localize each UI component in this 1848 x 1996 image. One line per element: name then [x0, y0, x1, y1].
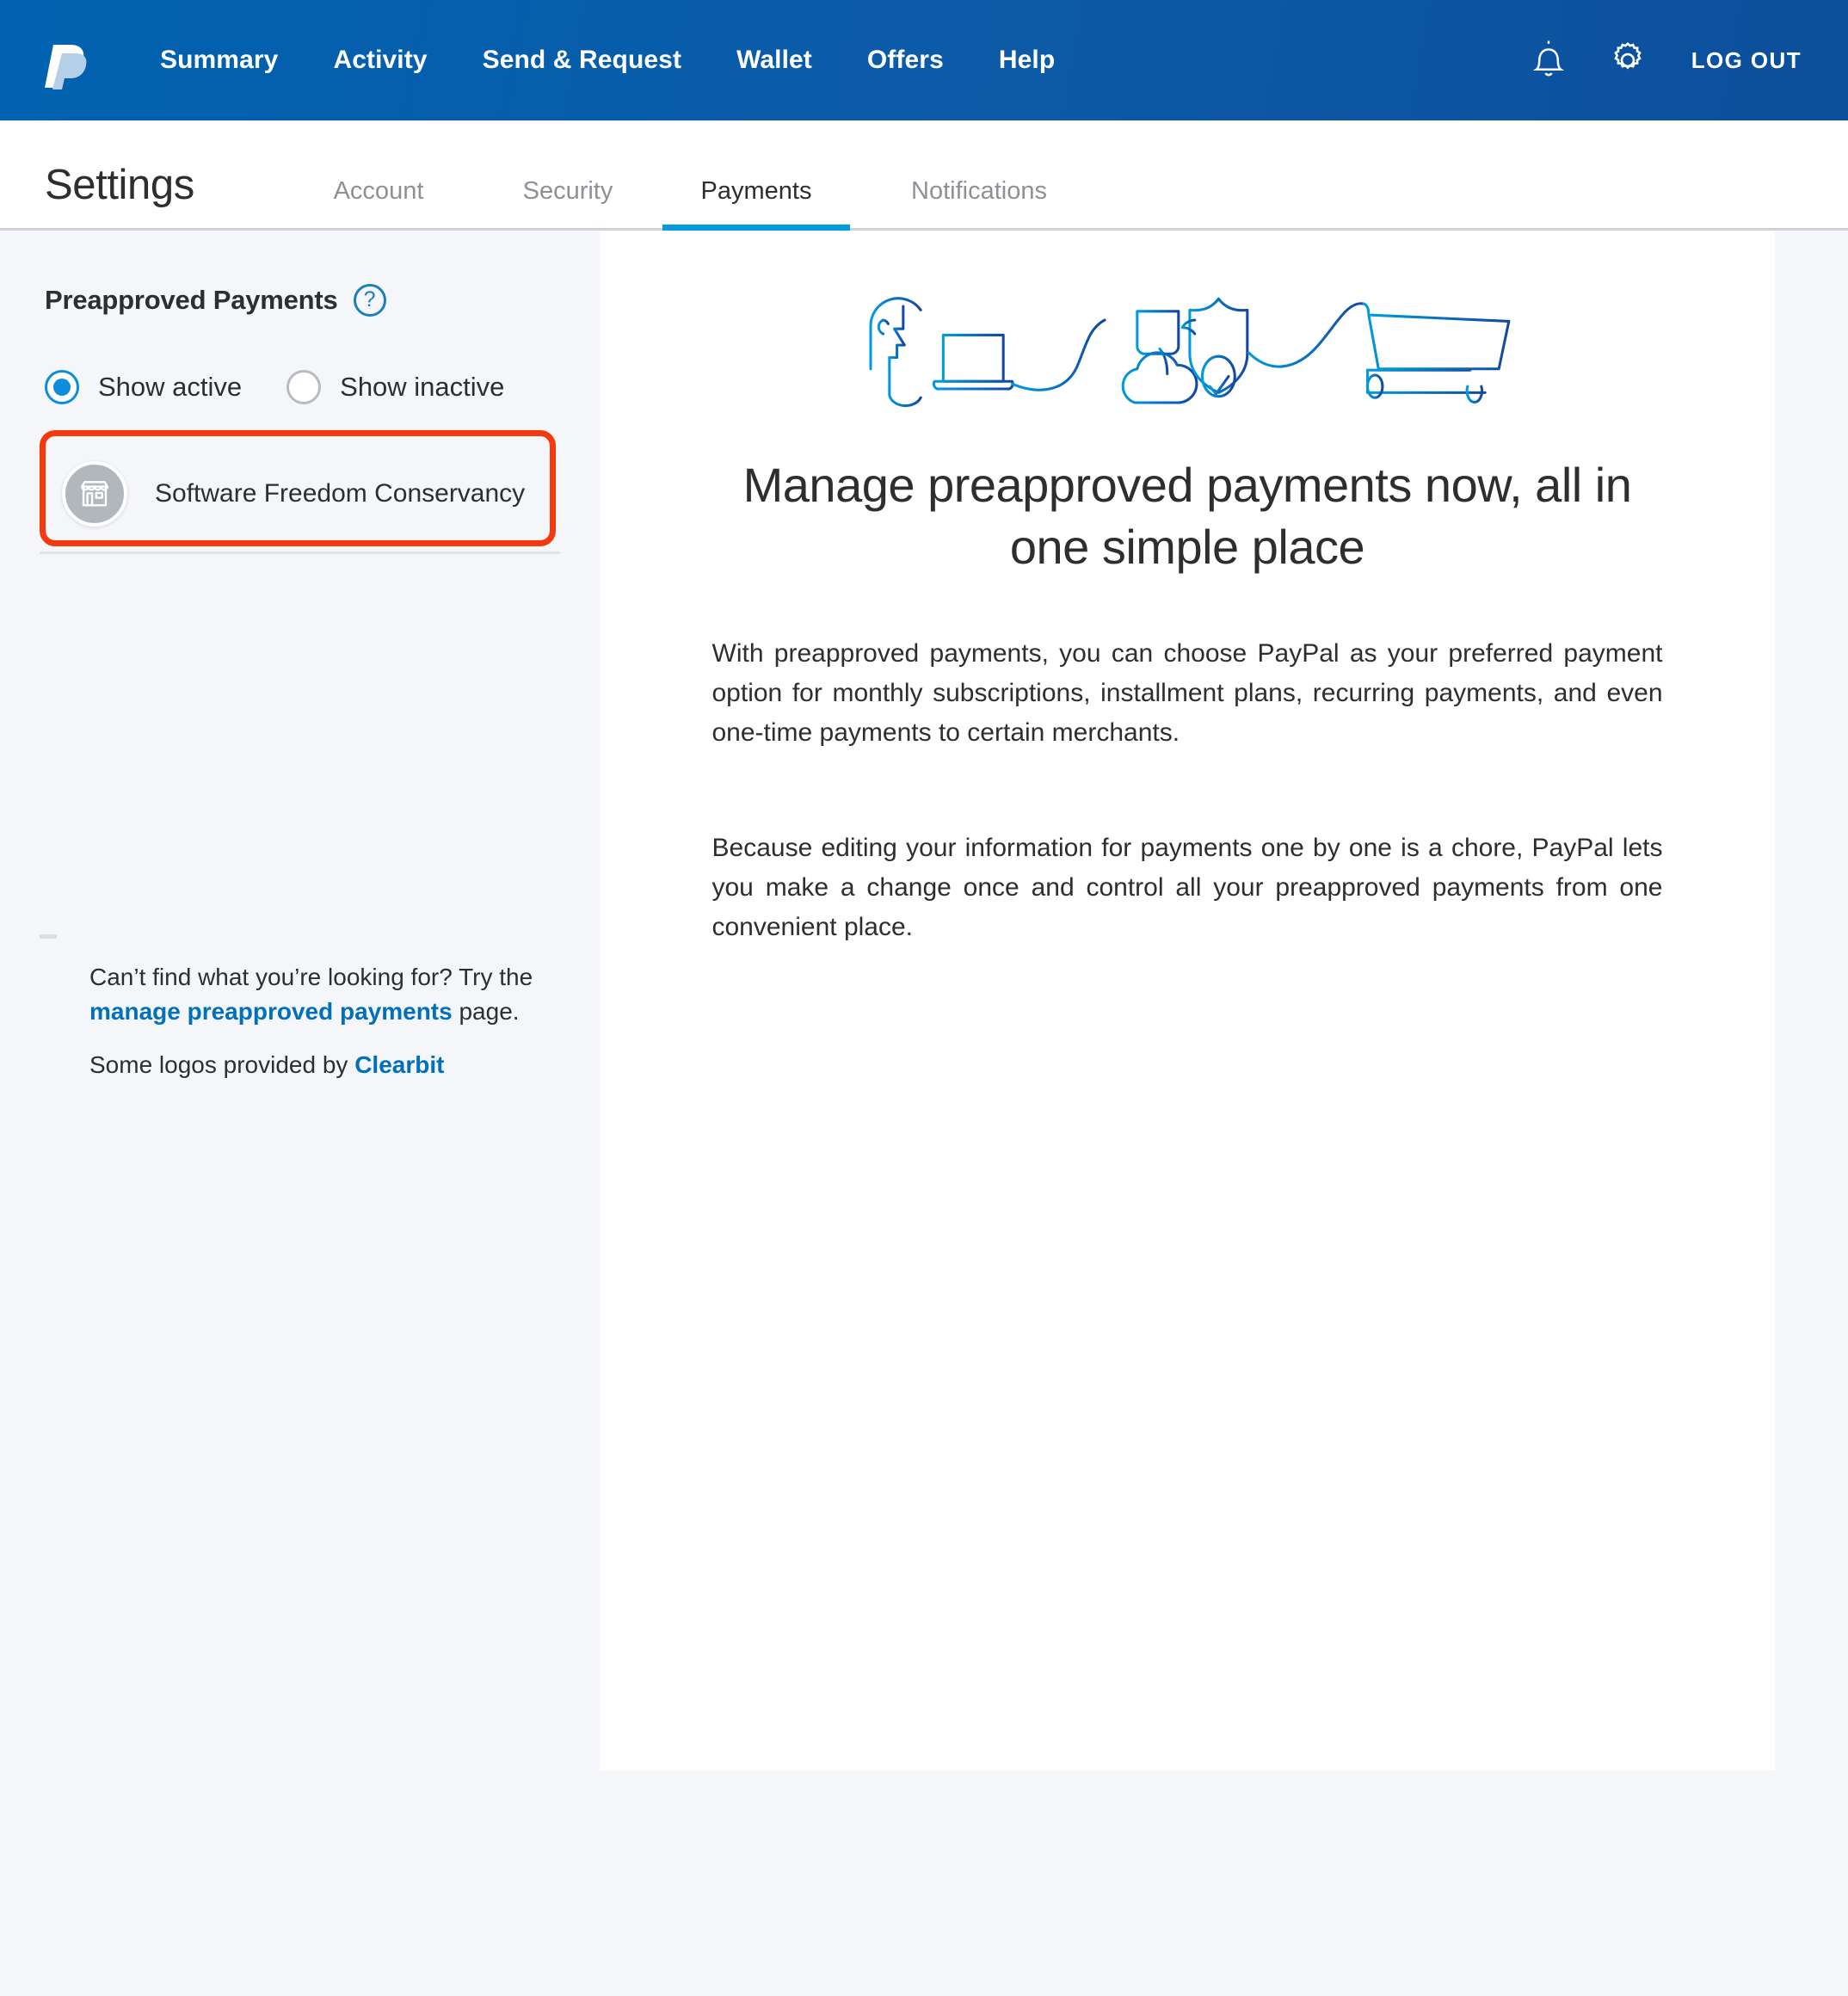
- footer-help-text-after: page.: [452, 997, 520, 1025]
- nav-item-wallet[interactable]: Wallet: [709, 46, 840, 75]
- nav-item-summary[interactable]: Summary: [132, 46, 305, 75]
- tab-payments[interactable]: Payments: [662, 177, 850, 231]
- sidebar-footer: Can’t find what you’re looking for? Try …: [89, 960, 554, 1100]
- top-navigation-bar: Summary Activity Send & Request Wallet O…: [0, 0, 1848, 120]
- avatar: [62, 460, 127, 527]
- sidebar-heading: Preapproved Payments: [45, 285, 338, 315]
- tab-notifications[interactable]: Notifications: [850, 177, 1108, 228]
- settings-gear-button[interactable]: [1588, 21, 1667, 100]
- sidebar: Preapproved Payments ? Show active Show …: [0, 231, 600, 1993]
- notifications-button[interactable]: [1509, 21, 1588, 100]
- main-paragraph-1: With preapproved payments, you can choos…: [711, 639, 1663, 748]
- merchant-name: Software Freedom Conservancy: [155, 478, 526, 508]
- page-body: Preapproved Payments ? Show active Show …: [0, 231, 1848, 1993]
- clearbit-link[interactable]: Clearbit: [354, 1051, 444, 1078]
- bell-icon: [1532, 40, 1564, 77]
- footer-help-text: Can’t find what you’re looking for? Try …: [89, 960, 554, 1029]
- sidebar-heading-row: Preapproved Payments ?: [0, 231, 600, 317]
- help-icon[interactable]: ?: [353, 284, 386, 317]
- paypal-logo-icon: [45, 45, 87, 89]
- radio-show-inactive[interactable]: Show inactive: [286, 370, 504, 404]
- nav-item-activity[interactable]: Activity: [305, 46, 454, 75]
- settings-subheader: Settings Account Security Payments Notif…: [0, 120, 1848, 231]
- footer-logos-text-before: Some logos provided by: [89, 1050, 355, 1078]
- storefront-icon: [81, 480, 108, 507]
- nav-item-send-request[interactable]: Send & Request: [455, 46, 709, 75]
- list-item[interactable]: Software Freedom Conservancy: [40, 435, 560, 554]
- gear-icon: [1613, 41, 1642, 70]
- tab-account[interactable]: Account: [284, 177, 473, 228]
- paypal-logo[interactable]: [43, 31, 91, 89]
- main-nav: Summary Activity Send & Request Wallet O…: [132, 46, 1082, 75]
- main-heading: Manage preapproved payments now, all in …: [742, 458, 1632, 574]
- main-content-panel: Manage preapproved payments now, all in …: [600, 231, 1775, 1771]
- footer-help-text-before: Can’t find what you’re looking for? Try …: [89, 964, 533, 990]
- filter-radio-group: Show active Show inactive: [0, 317, 600, 404]
- tab-security[interactable]: Security: [473, 177, 662, 228]
- page-title: Settings: [45, 162, 194, 208]
- nav-item-offers[interactable]: Offers: [840, 46, 971, 75]
- illustration-container: [677, 231, 1697, 416]
- merchant-list: Software Freedom Conservancy: [0, 430, 600, 554]
- logout-button[interactable]: LOG OUT: [1691, 47, 1802, 74]
- top-bar-actions: LOG OUT: [1509, 21, 1810, 100]
- radio-show-inactive-dot[interactable]: [286, 370, 322, 404]
- radio-show-inactive-label: Show inactive: [340, 372, 505, 402]
- settings-tabs: Account Security Payments Notifications: [284, 118, 1108, 231]
- footer-logos-text: Some logos provided by Clearbit: [89, 1048, 554, 1082]
- radio-show-active-dot[interactable]: [45, 370, 79, 404]
- radio-show-active[interactable]: Show active: [45, 370, 242, 404]
- radio-show-active-label: Show active: [98, 372, 243, 402]
- manage-preapproved-payments-link[interactable]: manage preapproved payments: [89, 998, 453, 1025]
- main-paragraph-2: Because editing your information for pay…: [711, 834, 1663, 941]
- preapproved-payments-illustration: [869, 297, 1511, 410]
- nav-item-help[interactable]: Help: [971, 46, 1082, 75]
- sidebar-divider-mark: [40, 934, 57, 939]
